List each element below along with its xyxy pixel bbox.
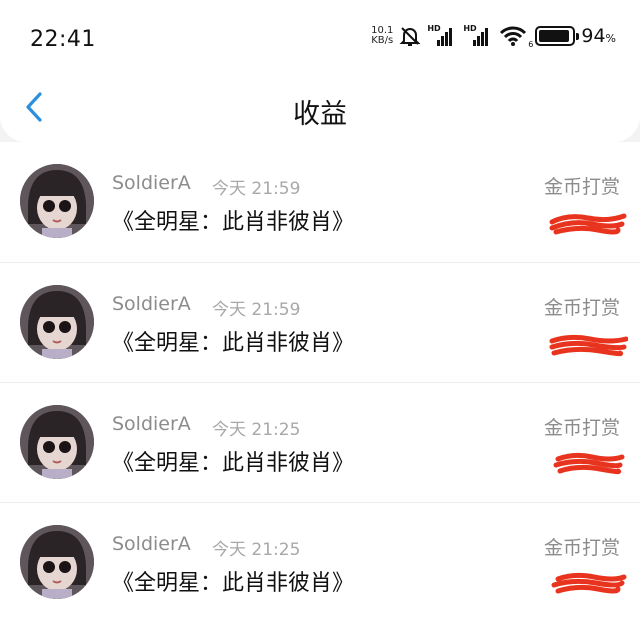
- avatar[interactable]: [20, 164, 94, 238]
- battery-percent: 94%: [581, 25, 616, 47]
- record-time: 今天 21:59: [212, 179, 301, 199]
- status-icons: 10.1 KB/s HD HD 6 94%: [371, 24, 616, 49]
- reward-type: 金币打赏: [543, 417, 620, 439]
- reward-type: 金币打赏: [543, 176, 620, 198]
- list-item[interactable]: SoldierA 今天 21:59 《全明星：此肖非彼肖》 金币打赏: [0, 142, 640, 262]
- redacted-amount: [549, 213, 627, 235]
- list-item[interactable]: SoldierA 今天 21:25 《全明星：此肖非彼肖》 金币打赏: [0, 382, 640, 502]
- avatar[interactable]: [20, 405, 94, 479]
- signal-2-icon: HD: [463, 24, 493, 46]
- battery-icon: [535, 26, 580, 46]
- record-time: 今天 21:25: [212, 540, 301, 560]
- work-title: 《全明星：此肖非彼肖》: [112, 571, 355, 596]
- page-title: 收益: [293, 99, 347, 130]
- list-item[interactable]: SoldierA 今天 21:59 《全明星：此肖非彼肖》 金币打赏: [0, 262, 640, 382]
- reward-type: 金币打赏: [543, 537, 620, 559]
- redacted-amount: [553, 452, 625, 475]
- list-item[interactable]: SoldierA 今天 21:25 《全明星：此肖非彼肖》 金币打赏: [0, 502, 640, 622]
- net-speed: 10.1 KB/s: [371, 25, 394, 46]
- record-time: 今天 21:59: [212, 300, 301, 320]
- record-time: 今天 21:25: [212, 420, 301, 440]
- wifi-icon: 6: [499, 25, 533, 49]
- sender-name: SoldierA: [112, 293, 191, 315]
- reward-type: 金币打赏: [543, 297, 620, 319]
- avatar[interactable]: [20, 285, 94, 359]
- status-time: 22:41: [30, 27, 96, 52]
- redacted-amount: [551, 572, 627, 594]
- avatar[interactable]: [20, 525, 94, 599]
- signal-1-icon: HD: [427, 24, 457, 46]
- sender-name: SoldierA: [112, 413, 191, 435]
- redacted-amount: [549, 334, 628, 357]
- top-bar: 22:41 10.1 KB/s HD HD 6 94% 收益: [0, 0, 640, 142]
- work-title: 《全明星：此肖非彼肖》: [112, 451, 355, 476]
- earnings-list: SoldierA 今天 21:59 《全明星：此肖非彼肖》 金币打赏 Soldi…: [0, 142, 640, 622]
- work-title: 《全明星：此肖非彼肖》: [112, 331, 355, 356]
- sender-name: SoldierA: [112, 533, 191, 555]
- sender-name: SoldierA: [112, 172, 191, 194]
- work-title: 《全明星：此肖非彼肖》: [112, 210, 355, 235]
- mute-bell-icon: [399, 27, 421, 46]
